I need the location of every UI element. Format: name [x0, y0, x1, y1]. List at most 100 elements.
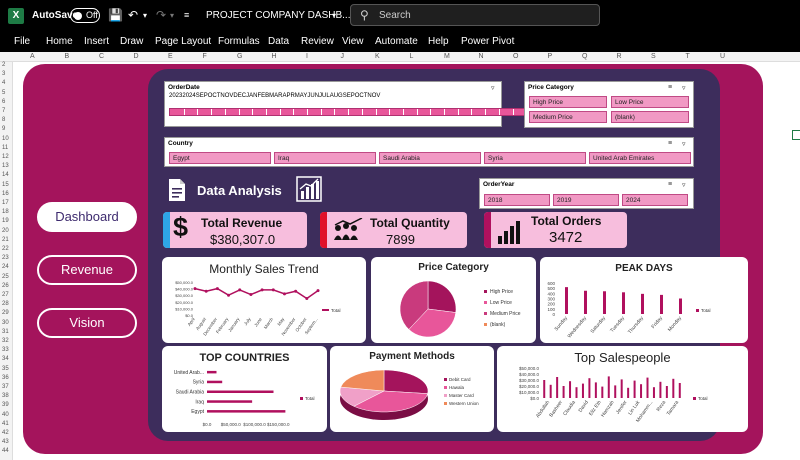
year-2024-chip[interactable]: 2024: [622, 194, 688, 206]
column-header[interactable]: S: [651, 53, 656, 60]
row-header[interactable]: 22: [2, 246, 9, 252]
year-2019-chip[interactable]: 2019: [553, 194, 619, 206]
row-header[interactable]: 5: [2, 90, 5, 96]
row-header[interactable]: 41: [2, 421, 9, 427]
row-header[interactable]: 42: [2, 430, 9, 436]
top-salespeople-chart[interactable]: Top Salespeople $50,000.0 $40,000.0 $30,00…: [497, 346, 748, 432]
row-header[interactable]: 21: [2, 237, 9, 243]
row-header[interactable]: 9: [2, 126, 5, 132]
clear-filter-icon[interactable]: ▿: [682, 140, 686, 148]
row-header[interactable]: 30: [2, 320, 9, 326]
row-header[interactable]: 13: [2, 163, 9, 169]
country-syria-chip[interactable]: Syria: [484, 152, 586, 164]
price-low-chip[interactable]: Low Price: [611, 96, 689, 108]
customize-toolbar-icon[interactable]: ≡: [184, 10, 189, 20]
country-iraq-chip[interactable]: Iraq: [274, 152, 376, 164]
clear-filter-icon[interactable]: ▿: [682, 84, 686, 92]
row-header[interactable]: 3: [2, 71, 5, 77]
column-header[interactable]: J: [341, 53, 345, 60]
row-header[interactable]: 33: [2, 347, 9, 353]
tab-page-layout[interactable]: Page Layout: [155, 36, 211, 47]
clear-filter-icon[interactable]: ▿: [682, 181, 686, 189]
row-header[interactable]: 32: [2, 338, 9, 344]
country-saudi-arabia-chip[interactable]: Saudi Arabia: [379, 152, 481, 164]
column-header[interactable]: N: [479, 53, 484, 60]
column-header[interactable]: C: [99, 53, 104, 60]
row-header[interactable]: 28: [2, 301, 9, 307]
column-header[interactable]: B: [65, 53, 70, 60]
row-header[interactable]: 16: [2, 191, 9, 197]
row-header[interactable]: 36: [2, 375, 9, 381]
row-header[interactable]: 4: [2, 80, 5, 86]
clear-filter-icon[interactable]: ▿: [491, 84, 495, 92]
row-header[interactable]: 34: [2, 356, 9, 362]
tab-review[interactable]: Review: [301, 36, 334, 47]
orderyear-slicer[interactable]: OrderYear ≡ ▿ 2018 2019 2024: [479, 178, 694, 209]
document-title[interactable]: PROJECT COMPANY DASHB...: [206, 10, 350, 21]
tab-view[interactable]: View: [342, 36, 364, 47]
column-header[interactable]: E: [168, 53, 173, 60]
tab-draw[interactable]: Draw: [120, 36, 143, 47]
column-header[interactable]: P: [548, 53, 553, 60]
row-header[interactable]: 11: [2, 145, 8, 151]
row-header[interactable]: 26: [2, 283, 9, 289]
row-header[interactable]: 31: [2, 329, 9, 335]
column-header[interactable]: T: [686, 53, 690, 60]
column-header[interactable]: G: [237, 53, 242, 60]
tab-file[interactable]: File: [14, 36, 30, 47]
nav-dashboard-button[interactable]: Dashboard: [37, 202, 137, 232]
column-header[interactable]: I: [306, 53, 308, 60]
row-header[interactable]: 24: [2, 264, 9, 270]
row-header[interactable]: 39: [2, 402, 9, 408]
column-header[interactable]: O: [513, 53, 518, 60]
nav-vision-button[interactable]: Vision: [37, 308, 137, 338]
monthly-sales-chart[interactable]: Monthly Sales Trend $50,000.0 $40,000.0 $3…: [162, 257, 366, 343]
column-header[interactable]: R: [617, 53, 622, 60]
column-header[interactable]: Q: [582, 53, 587, 60]
autosave-toggle[interactable]: Off: [70, 8, 100, 23]
year-2018-chip[interactable]: 2018: [484, 194, 550, 206]
row-header[interactable]: 19: [2, 218, 9, 224]
country-slicer[interactable]: Country ≡ ▿ Egypt Iraq Saudi Arabia Syri…: [164, 137, 694, 167]
orderdate-slicer[interactable]: OrderDate ▿ 20232024SEPOCTNOVDECJANFEBMA…: [164, 81, 663, 127]
row-header[interactable]: 7: [2, 108, 5, 114]
peak-days-chart[interactable]: PEAK DAYS 600 500 400 300 200 100 0 Sunday Wedne…: [540, 257, 748, 343]
row-header[interactable]: 43: [2, 439, 9, 445]
row-header[interactable]: 29: [2, 310, 9, 316]
row-header[interactable]: 27: [2, 292, 9, 298]
tab-insert[interactable]: Insert: [84, 36, 109, 47]
multi-select-icon[interactable]: ≡: [668, 84, 672, 91]
column-header[interactable]: H: [272, 53, 277, 60]
column-header[interactable]: D: [134, 53, 139, 60]
price-high-chip[interactable]: High Price: [529, 96, 607, 108]
redo-dropdown-icon[interactable]: ▾: [170, 11, 174, 20]
payment-methods-chart[interactable]: Payment Methods Debit Card Hawala Master C…: [330, 346, 494, 432]
row-header[interactable]: 38: [2, 393, 9, 399]
column-header[interactable]: L: [410, 53, 414, 60]
column-header[interactable]: A: [30, 53, 35, 60]
price-category-slicer[interactable]: Price Category ≡ ▿ High Price Low Price …: [524, 81, 694, 128]
tab-power-pivot[interactable]: Power Pivot: [461, 36, 514, 47]
row-header[interactable]: 44: [2, 448, 9, 454]
row-header[interactable]: 40: [2, 412, 9, 418]
country-uae-chip[interactable]: United Arab Emirates: [589, 152, 691, 164]
row-header[interactable]: 25: [2, 274, 9, 280]
top-countries-chart[interactable]: TOP COUNTRIES United Arab... Syria Saudi A…: [162, 346, 327, 432]
column-header[interactable]: K: [375, 53, 380, 60]
row-header[interactable]: 18: [2, 209, 9, 215]
tab-home[interactable]: Home: [46, 36, 73, 47]
multi-select-icon[interactable]: ≡: [668, 140, 672, 147]
column-header[interactable]: F: [203, 53, 207, 60]
row-header[interactable]: 14: [2, 172, 9, 178]
row-header[interactable]: 8: [2, 117, 5, 123]
tab-formulas[interactable]: Formulas: [218, 36, 260, 47]
row-header[interactable]: 17: [2, 200, 9, 206]
row-header[interactable]: 37: [2, 384, 9, 390]
row-header[interactable]: 12: [2, 154, 9, 160]
row-header[interactable]: 23: [2, 255, 9, 261]
nav-revenue-button[interactable]: Revenue: [37, 255, 137, 285]
row-header[interactable]: 15: [2, 182, 9, 188]
multi-select-icon[interactable]: ≡: [668, 181, 672, 188]
row-header[interactable]: 6: [2, 99, 5, 105]
undo-icon[interactable]: ↶: [128, 8, 138, 22]
